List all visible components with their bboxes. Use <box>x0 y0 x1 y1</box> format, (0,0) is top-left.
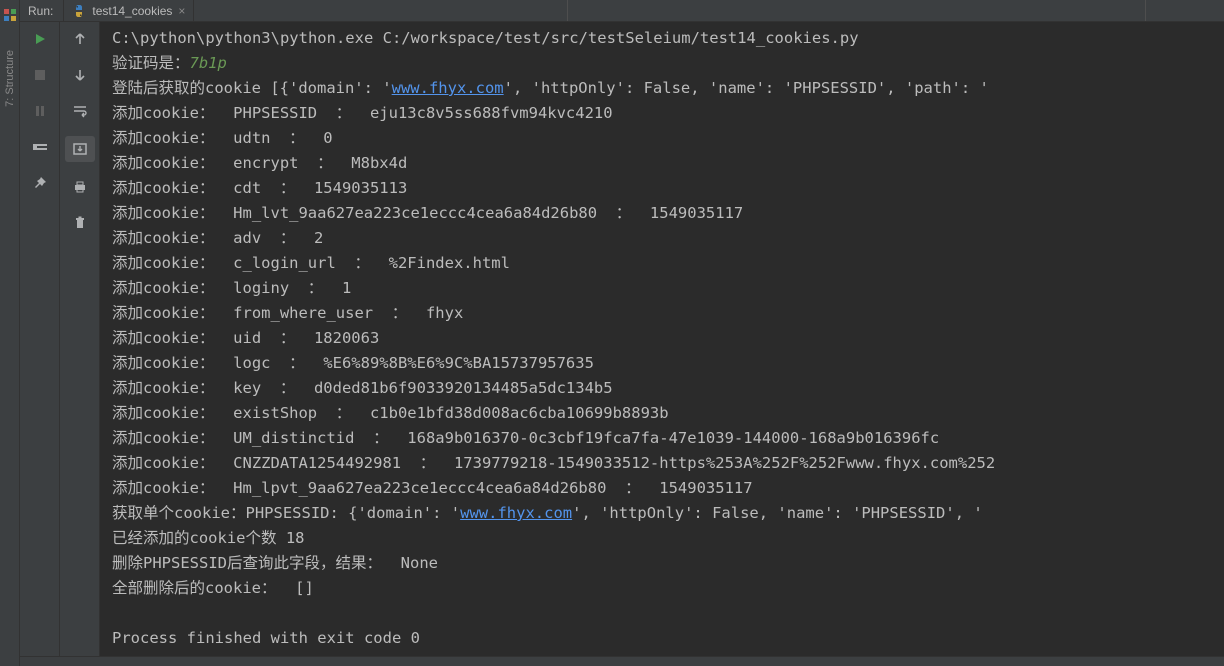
soft-wrap-button[interactable] <box>66 100 94 122</box>
structure-label[interactable]: 7: Structure <box>4 46 16 111</box>
structure-icon[interactable] <box>3 8 17 22</box>
console-toolbar <box>60 22 100 656</box>
main-area: Run: test14_cookies × <box>20 0 1224 666</box>
header-spacer-1 <box>194 0 568 21</box>
clear-all-button[interactable] <box>66 212 94 234</box>
header-spacer-2 <box>568 0 1146 21</box>
console-link[interactable]: www.fhyx.com <box>460 504 572 522</box>
pin-button[interactable] <box>26 172 54 194</box>
structure-sidebar: 7: Structure <box>0 0 20 666</box>
run-toolbar-left <box>20 22 60 656</box>
console-output[interactable]: C:\python\python3\python.exe C:/workspac… <box>100 22 1224 656</box>
scroll-down-button[interactable] <box>66 64 94 86</box>
tab-label: test14_cookies <box>92 4 172 18</box>
python-file-icon <box>72 4 86 18</box>
print-button[interactable] <box>66 176 94 198</box>
scroll-up-button[interactable] <box>66 28 94 50</box>
header-spacer-3 <box>1146 0 1224 21</box>
content-row: C:\python\python3\python.exe C:/workspac… <box>20 22 1224 656</box>
scroll-to-end-button[interactable] <box>65 136 95 162</box>
close-icon[interactable]: × <box>178 4 185 18</box>
layout-button[interactable] <box>26 136 54 158</box>
run-panel-header: Run: test14_cookies × <box>20 0 1224 22</box>
rerun-button[interactable] <box>26 28 54 50</box>
console-link[interactable]: www.fhyx.com <box>392 79 504 97</box>
console-text: C:\python\python3\python.exe C:/workspac… <box>112 26 1224 651</box>
bottom-bar <box>20 656 1224 666</box>
stop-button[interactable] <box>26 64 54 86</box>
run-tab-test14[interactable]: test14_cookies × <box>64 0 194 21</box>
pause-button[interactable] <box>26 100 54 122</box>
run-panel-label: Run: <box>20 0 64 21</box>
